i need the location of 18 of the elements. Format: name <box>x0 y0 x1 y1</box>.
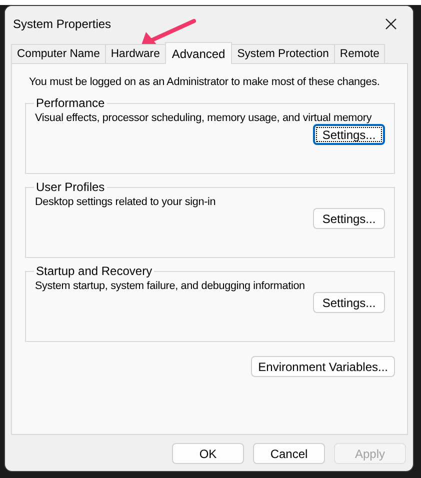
tab[interactable]: Remote <box>334 44 386 63</box>
environment-variables-button[interactable]: Environment Variables... <box>251 356 395 377</box>
notice-text: You must be logged on as an Administrator to make most of these changes. <box>28 76 380 88</box>
group-title: User Profiles <box>35 180 106 194</box>
dialog-button[interactable]: Cancel <box>253 443 325 464</box>
dialog-button[interactable]: OK <box>172 443 244 464</box>
tab[interactable]: Computer Name <box>11 44 106 63</box>
group-title: Startup and Recovery <box>35 264 154 278</box>
group-description: System startup, system failure, and debugging information <box>35 280 305 292</box>
settings-button[interactable]: Settings... <box>313 124 385 145</box>
group-title: Performance <box>35 96 106 110</box>
settings-button[interactable]: Settings... <box>313 292 385 313</box>
settings-button[interactable]: Settings... <box>313 208 385 229</box>
group-description: Visual effects, processor scheduling, memory usage, and virtual memory <box>35 112 372 124</box>
close-icon <box>385 18 397 30</box>
tab[interactable]: Advanced <box>164 42 232 64</box>
window-title: System Properties <box>13 17 112 31</box>
group-description: Desktop settings related to your sign-in <box>35 196 216 208</box>
